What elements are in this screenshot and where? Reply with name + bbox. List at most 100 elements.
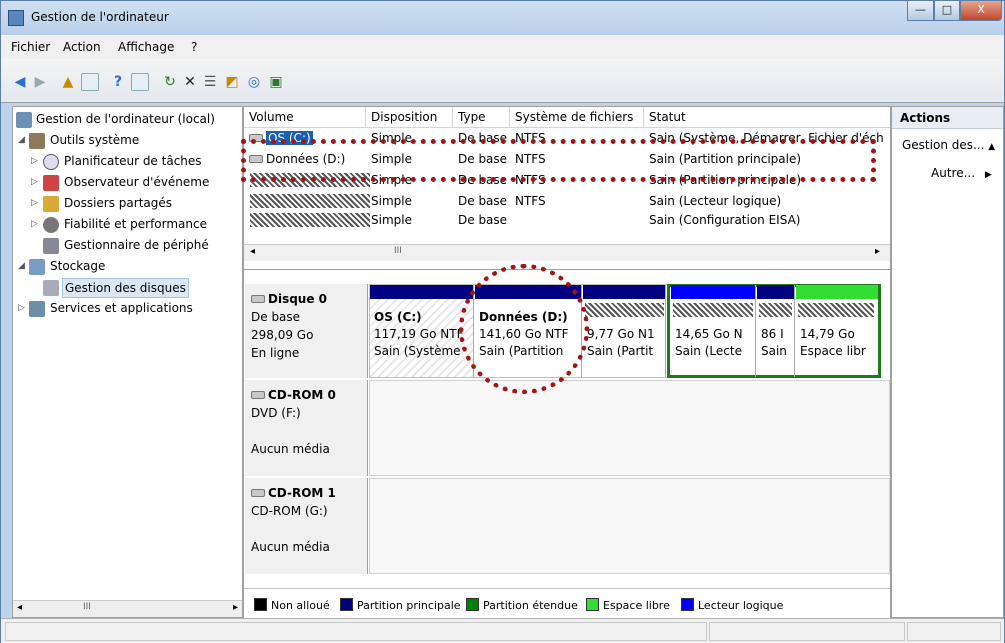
partition-bar [370, 285, 473, 299]
help-icon[interactable]: ? [109, 73, 127, 91]
tree-item-system-tools[interactable]: ◢ Outils système [13, 130, 242, 151]
forward-icon[interactable]: ▶ [31, 73, 49, 91]
actions-header: Actions [892, 107, 1003, 129]
partition-free-space[interactable]: 14,79 Go Espace libr [796, 285, 878, 377]
expander-icon[interactable]: ▷ [31, 214, 40, 235]
volume-disposition: Simple [371, 213, 412, 227]
tree-item-label: Fiabilité et performance [64, 217, 207, 231]
legend-swatch [466, 598, 479, 611]
action-disk-management[interactable]: Gestion des... ▲ [902, 138, 995, 152]
scroll-thumb[interactable]: III [394, 246, 402, 256]
expander-icon[interactable]: ▷ [31, 172, 40, 193]
back-icon[interactable]: ◀ [11, 73, 29, 91]
menu-help[interactable]: ? [191, 40, 197, 54]
partition-bar [796, 285, 878, 299]
legend-label: Espace libre [603, 599, 670, 612]
expander-icon[interactable]: ▷ [18, 298, 27, 319]
collapse-icon[interactable]: ▲ [988, 142, 995, 152]
console-tree-icon[interactable] [81, 73, 99, 91]
expander-icon[interactable]: ▷ [31, 193, 40, 214]
tree-item-services-apps[interactable]: ▷ Services et applications [13, 298, 242, 319]
scroll-left-icon[interactable]: ◂ [17, 602, 22, 613]
tree-item-event-viewer[interactable]: ▷ Observateur d'événeme [13, 172, 242, 193]
scroll-thumb[interactable]: III [83, 602, 91, 612]
device-manager-icon [43, 238, 59, 254]
cdrom-1-label[interactable]: CD-ROM 1 CD-ROM (G:) Aucun média [245, 478, 368, 574]
partition-bar [757, 285, 794, 299]
annotation-highlight-rectangle [241, 139, 876, 182]
export-icon[interactable]: ▣ [267, 73, 285, 91]
expander-icon[interactable]: ◢ [18, 256, 27, 277]
partition-logical-1[interactable]: 14,65 Go N Sain (Lecte [671, 285, 756, 377]
properties-icon[interactable]: ☰ [201, 73, 219, 91]
tree-item-task-scheduler[interactable]: ▷ Planificateur de tâches [13, 151, 242, 172]
show-hide-icon[interactable] [131, 73, 149, 91]
legend-label: Partition principale [357, 599, 461, 612]
title-bar[interactable]: Gestion de l'ordinateur — □ X [1, 1, 1004, 35]
volume-disposition: Simple [371, 194, 412, 208]
action-label: Gestion des... [902, 138, 985, 152]
expander-icon[interactable]: ◢ [18, 130, 27, 151]
volume-row[interactable]: Simple De base NTFS Sain (Lecteur logiqu… [244, 192, 890, 210]
tree-item-storage[interactable]: ◢ Stockage [13, 256, 242, 277]
partition-size: 86 I [761, 327, 784, 341]
action-more[interactable]: Autre... ▶ [931, 166, 992, 180]
tree-item-label: Observateur d'événeme [64, 175, 210, 189]
scroll-right-icon[interactable]: ▸ [875, 246, 880, 257]
disk-0-label[interactable]: Disque 0 De base 298,09 Go En ligne [245, 284, 368, 378]
action-label: Autre... [931, 166, 976, 180]
scroll-right-icon[interactable]: ▸ [233, 602, 238, 613]
column-disposition[interactable]: Disposition [366, 107, 453, 128]
volume-list-scrollbar[interactable]: ◂ III ▸ [244, 244, 890, 261]
column-status[interactable]: Statut [644, 107, 890, 128]
minimize-button[interactable]: — [907, 1, 934, 21]
disk-size [251, 422, 361, 440]
expander-icon[interactable]: ▷ [31, 151, 40, 172]
tree-item-device-manager[interactable]: Gestionnaire de périphé [13, 235, 242, 256]
menu-action[interactable]: Action [63, 40, 101, 54]
maximize-button[interactable]: □ [934, 1, 960, 21]
partition-status: Sain (Système [374, 344, 461, 358]
hard-disk-icon [251, 295, 265, 303]
shared-folder-icon [43, 196, 59, 212]
volume-list-header: Volume Disposition Type Système de fichi… [244, 107, 890, 128]
cdrom-0-content[interactable] [369, 380, 890, 476]
tree-item-disk-management[interactable]: Gestion des disques [13, 277, 242, 298]
cdrom-1-content[interactable] [369, 478, 890, 574]
cd-drive-icon [251, 391, 265, 399]
partition-3[interactable]: 9,77 Go N1 Sain (Partit [583, 285, 666, 377]
disk-status: En ligne [251, 346, 300, 360]
menu-fichier[interactable]: Fichier [11, 40, 50, 54]
tree-horizontal-scrollbar[interactable]: ◂ III ▸ [13, 600, 242, 617]
scroll-left-icon[interactable]: ◂ [250, 246, 255, 257]
search-icon[interactable]: ◎ [245, 73, 263, 91]
cdrom-0-label[interactable]: CD-ROM 0 DVD (F:) Aucun média [245, 380, 368, 476]
partition-size: 117,19 Go NTF [374, 327, 464, 341]
legend-swatch [340, 598, 353, 611]
delete-icon[interactable]: ✕ [181, 73, 199, 91]
tree-item-label: Stockage [50, 259, 106, 273]
close-button[interactable]: X [960, 1, 1002, 21]
open-icon[interactable]: ◩ [223, 73, 241, 91]
disk-status: Aucun média [251, 442, 330, 456]
column-type[interactable]: Type [453, 107, 510, 128]
menu-affichage[interactable]: Affichage [118, 40, 174, 54]
legend-item: Partition étendue [466, 598, 578, 612]
tree-item-computer-management[interactable]: Gestion de l'ordinateur (local) [13, 109, 242, 130]
tree-item-reliability[interactable]: ▷ Fiabilité et performance [13, 214, 242, 235]
column-filesystem[interactable]: Système de fichiers [510, 107, 644, 128]
volume-type: De base [458, 194, 508, 208]
tree-item-shared-folders[interactable]: ▷ Dossiers partagés [13, 193, 242, 214]
volume-status: Sain (Lecteur logique) [649, 194, 782, 208]
disk-drive: DVD (F:) [251, 406, 301, 420]
partition-logical-2[interactable]: 86 I Sain [757, 285, 795, 377]
volume-row[interactable]: Simple De base Sain (Configuration EISA) [244, 211, 890, 229]
tree-item-label: Services et applications [50, 301, 193, 315]
status-segment [5, 622, 707, 641]
refresh-icon[interactable]: ↻ [161, 73, 179, 91]
column-volume[interactable]: Volume [244, 107, 366, 128]
up-folder-icon[interactable]: ▲ [59, 73, 77, 91]
tree-item-label: Gestion des disques [62, 278, 189, 298]
legend-swatch [681, 598, 694, 611]
redacted-volume-name [250, 213, 370, 227]
